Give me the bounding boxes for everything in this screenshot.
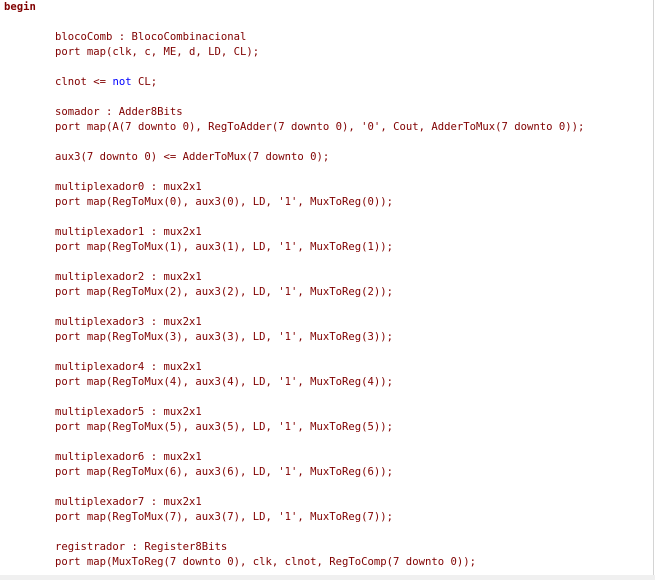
code-token: downto	[137, 121, 177, 133]
code-line: port map(RegToMux(5), aux3(5), LD, '1', …	[4, 420, 584, 435]
code-token: port map(RegToMux(5), aux3(5), LD, '1', …	[4, 421, 394, 433]
code-token: port map(A(7	[4, 121, 138, 133]
code-line: multiplexador7 : mux2x1	[4, 495, 584, 510]
code-line: multiplexador3 : mux2x1	[4, 315, 584, 330]
code-line: port map(RegToMux(6), aux3(6), LD, '1', …	[4, 465, 584, 480]
code-line: multiplexador5 : mux2x1	[4, 405, 584, 420]
code-token: multiplexador4 : mux2x1	[4, 361, 202, 373]
code-token: multiplexador5 : mux2x1	[4, 406, 202, 418]
code-line: port map(RegToMux(7), aux3(7), LD, '1', …	[4, 510, 584, 525]
code-token: multiplexador1 : mux2x1	[4, 226, 202, 238]
code-line: port map(MuxToReg(7 downto 0), clk, clno…	[4, 555, 584, 570]
code-line: port map(RegToMux(4), aux3(4), LD, '1', …	[4, 375, 584, 390]
code-token: port map(RegToMux(2), aux3(2), LD, '1', …	[4, 286, 394, 298]
code-editor[interactable]: begin blocoComb : BlocoCombinacional por…	[0, 0, 654, 576]
code-token: multiplexador2 : mux2x1	[4, 271, 202, 283]
code-token: port map(MuxToReg(7 downto 0), clk, clno…	[4, 556, 476, 568]
code-line: port map(clk, c, ME, d, LD, CL);	[4, 45, 584, 60]
code-keyword-token: not	[112, 76, 132, 88]
code-line: multiplexador2 : mux2x1	[4, 270, 584, 285]
code-token: port map(clk, c, ME, d, LD, CL);	[4, 46, 260, 58]
code-token: 0), RegToAdder(7 downto 0), '0', Cout, A…	[176, 121, 585, 133]
code-token: port map(RegToMux(7), aux3(7), LD, '1', …	[4, 511, 394, 523]
code-line: clnot <= not CL;	[4, 75, 584, 90]
code-text-area[interactable]: begin blocoComb : BlocoCombinacional por…	[4, 0, 584, 570]
code-line: port map(A(7 downto 0), RegToAdder(7 dow…	[4, 120, 584, 135]
code-line: port map(RegToMux(3), aux3(3), LD, '1', …	[4, 330, 584, 345]
code-token: multiplexador7 : mux2x1	[4, 496, 202, 508]
code-token: port map(RegToMux(0), aux3(0), LD, '1', …	[4, 196, 394, 208]
code-line: blocoComb : BlocoCombinacional	[4, 30, 584, 45]
code-line: multiplexador1 : mux2x1	[4, 225, 584, 240]
code-line: somador : Adder8Bits	[4, 105, 584, 120]
code-token: port map(RegToMux(1), aux3(1), LD, '1', …	[4, 241, 394, 253]
code-line: begin	[4, 0, 584, 15]
code-token: aux3(7 downto 0) <= AdderToMux(7 downto …	[4, 151, 330, 163]
code-token: CL;	[131, 76, 158, 88]
code-token: begin	[4, 1, 36, 13]
code-line: multiplexador0 : mux2x1	[4, 180, 584, 195]
code-line: registrador : Register8Bits	[4, 540, 584, 555]
code-token: port map(RegToMux(6), aux3(6), LD, '1', …	[4, 466, 394, 478]
code-token: somador : Adder8Bits	[4, 106, 183, 118]
code-token: clnot <=	[4, 76, 113, 88]
code-line: multiplexador6 : mux2x1	[4, 450, 584, 465]
code-token: registrador : Register8Bits	[4, 541, 228, 553]
code-line: port map(RegToMux(0), aux3(0), LD, '1', …	[4, 195, 584, 210]
code-token: multiplexador0 : mux2x1	[4, 181, 202, 193]
code-token: blocoComb : BlocoCombinacional	[4, 31, 247, 43]
code-line: multiplexador4 : mux2x1	[4, 360, 584, 375]
code-line: port map(RegToMux(2), aux3(2), LD, '1', …	[4, 285, 584, 300]
code-token: multiplexador6 : mux2x1	[4, 451, 202, 463]
code-token: port map(RegToMux(3), aux3(3), LD, '1', …	[4, 331, 394, 343]
code-line: aux3(7 downto 0) <= AdderToMux(7 downto …	[4, 150, 584, 165]
editor-bottom-border	[0, 575, 655, 580]
code-line: port map(RegToMux(1), aux3(1), LD, '1', …	[4, 240, 584, 255]
code-token: port map(RegToMux(4), aux3(4), LD, '1', …	[4, 376, 394, 388]
code-token: multiplexador3 : mux2x1	[4, 316, 202, 328]
